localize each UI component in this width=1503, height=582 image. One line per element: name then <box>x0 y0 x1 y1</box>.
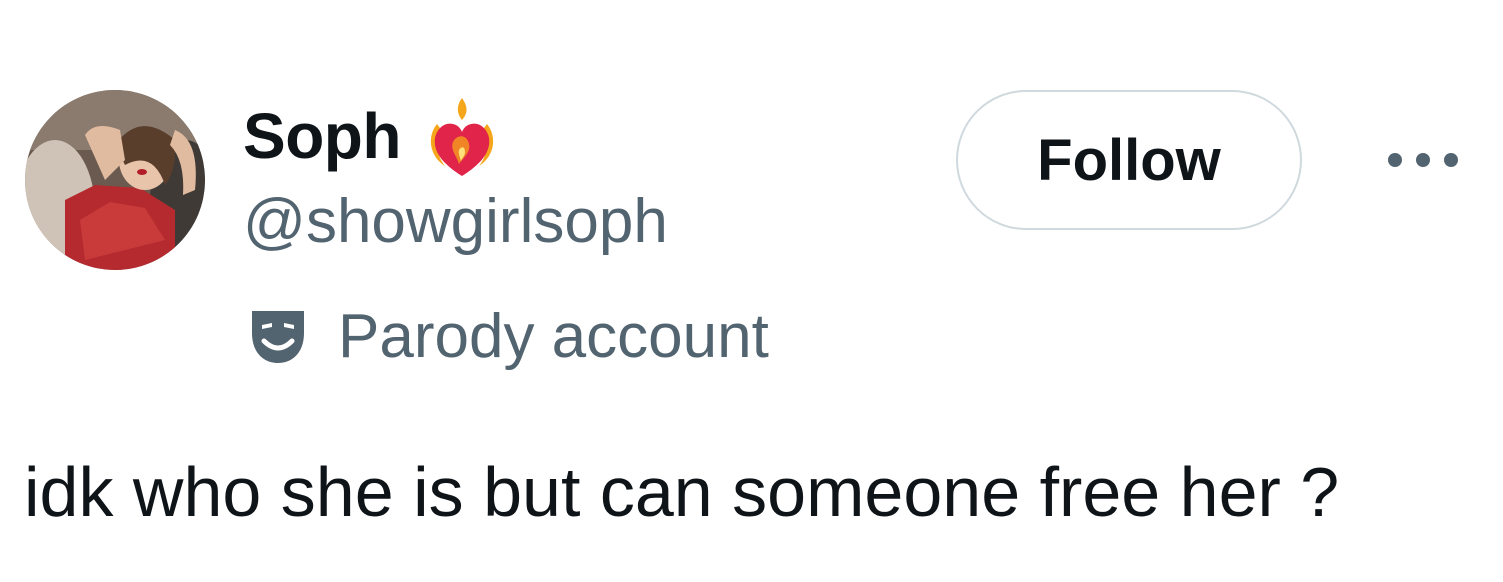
tweet-text: idk who she is but can someone free her … <box>24 453 1340 531</box>
author-name-row: Soph <box>243 96 501 176</box>
follow-button[interactable]: Follow <box>956 90 1302 230</box>
parody-label-row: Parody account <box>248 298 769 374</box>
parody-account-label: Parody account <box>338 301 769 371</box>
avatar-image <box>25 90 205 270</box>
more-options-button[interactable] <box>1378 132 1468 188</box>
author-display-name[interactable]: Soph <box>243 99 401 173</box>
heart-on-fire-icon <box>430 98 494 176</box>
more-options-icon <box>1388 153 1458 167</box>
avatar[interactable] <box>25 90 205 270</box>
parody-mask-icon <box>252 311 304 363</box>
author-handle[interactable]: @showgirlsoph <box>243 186 668 257</box>
